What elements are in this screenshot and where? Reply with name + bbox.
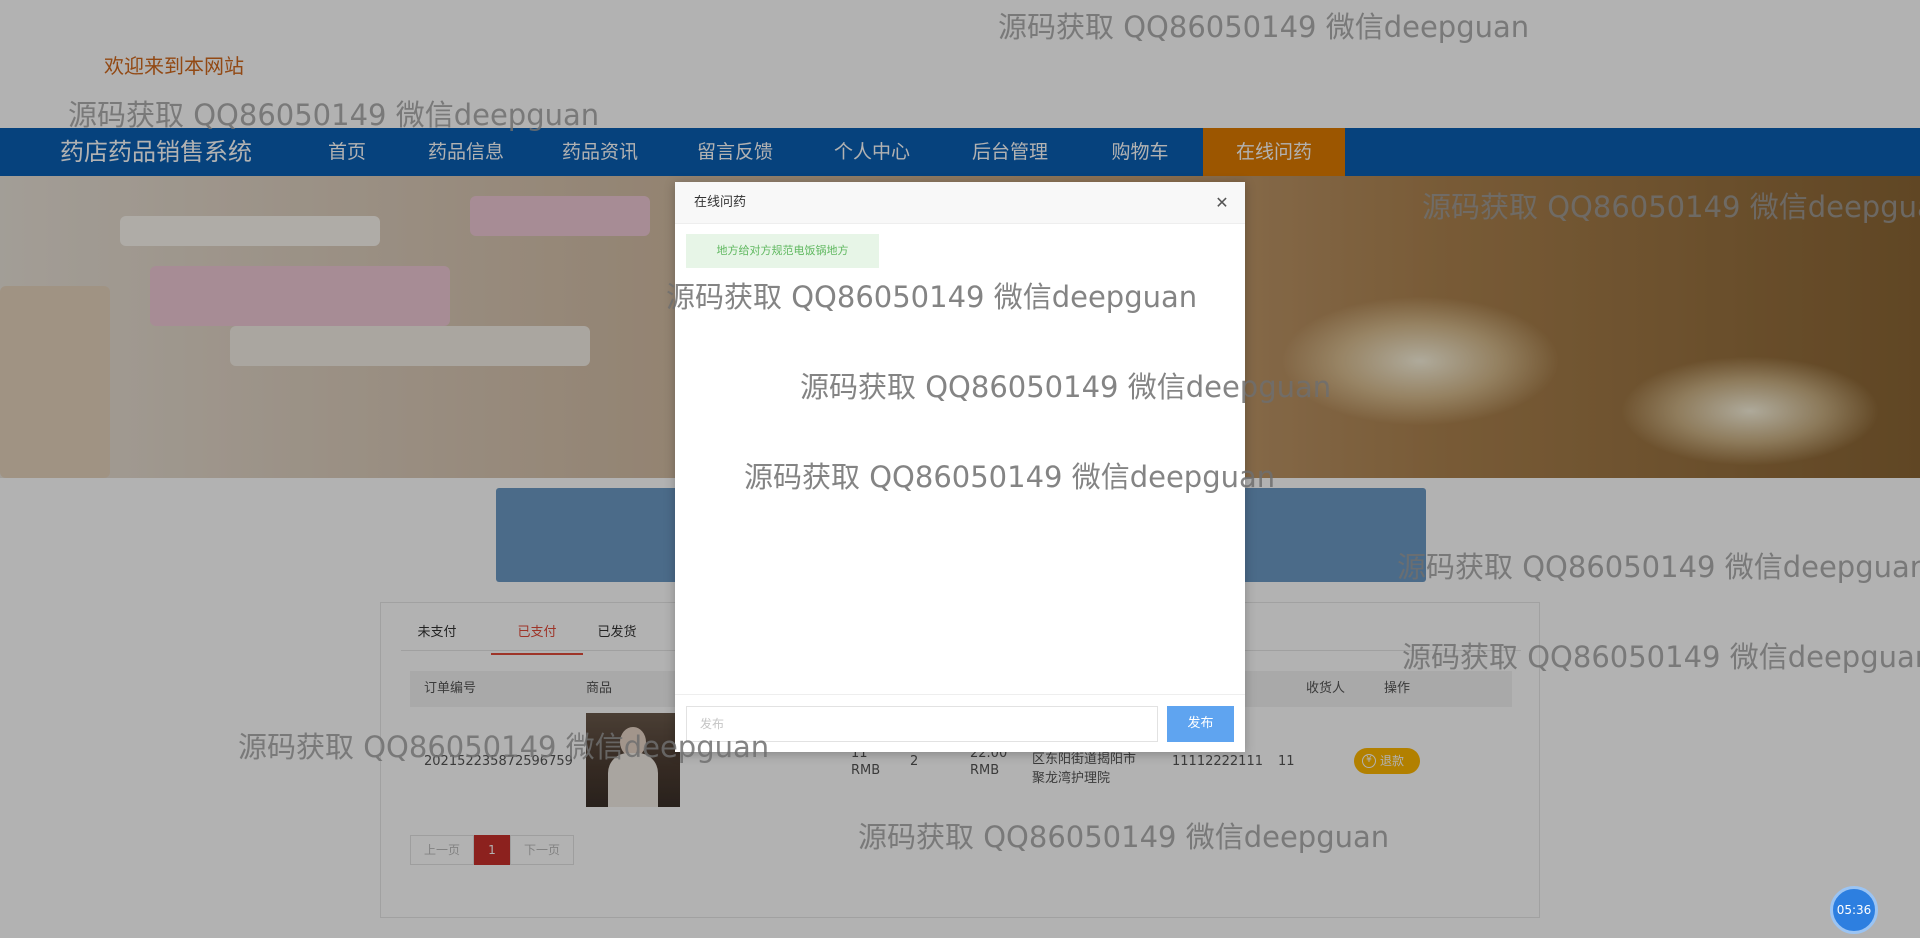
send-button[interactable]: 发布 (1167, 706, 1234, 742)
online-consult-dialog: 在线问药 ✕ 地方给对方规范电饭锅地方 发布 (675, 182, 1245, 752)
dialog-header: 在线问药 ✕ (675, 182, 1245, 224)
dialog-footer-divider (675, 694, 1245, 695)
message-input[interactable] (686, 706, 1158, 742)
timer-badge: 05:36 (1830, 886, 1878, 934)
close-icon[interactable]: ✕ (1213, 194, 1231, 212)
chat-message: 地方给对方规范电饭锅地方 (686, 234, 879, 268)
dialog-title: 在线问药 (694, 195, 747, 210)
